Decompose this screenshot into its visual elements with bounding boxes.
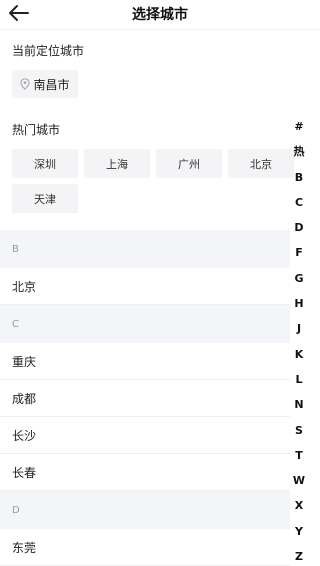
hot-cities-label: 热门城市 bbox=[12, 123, 61, 137]
index-item-w[interactable]: W bbox=[288, 468, 310, 493]
current-city-name: 南昌市 bbox=[33, 77, 70, 92]
index-item-z[interactable]: Z bbox=[288, 544, 310, 566]
index-item-d[interactable]: D bbox=[288, 215, 310, 240]
hot-city-chip[interactable]: 深圳 bbox=[12, 149, 78, 178]
hot-city-chip[interactable]: 上海 bbox=[84, 149, 150, 178]
index-item-g[interactable]: G bbox=[288, 266, 310, 291]
group-header-d: D bbox=[0, 491, 290, 529]
location-pin-icon bbox=[20, 78, 31, 90]
city-row[interactable]: 长春 bbox=[0, 454, 290, 491]
current-location-label: 当前定位城市 bbox=[12, 44, 85, 58]
city-list: B 北京 C 重庆 成都 长沙 长春 D 东莞 bbox=[0, 230, 290, 566]
index-item-b[interactable]: B bbox=[288, 165, 310, 190]
index-item-hash[interactable]: # bbox=[288, 114, 310, 139]
city-row[interactable]: 重庆 bbox=[0, 343, 290, 380]
hot-city-chip[interactable]: 天津 bbox=[12, 184, 78, 213]
index-item-j[interactable]: J bbox=[288, 316, 310, 341]
city-row[interactable]: 东莞 bbox=[0, 529, 290, 566]
city-row[interactable]: 成都 bbox=[0, 380, 290, 417]
index-item-f[interactable]: F bbox=[288, 240, 310, 265]
alphabet-index-bar[interactable]: # 热 B C D F G H J K L N S T W X Y Z bbox=[288, 114, 310, 566]
index-item-x[interactable]: X bbox=[288, 493, 310, 518]
city-picker-page: 选择城市 当前定位城市 南昌市 热门城市 深圳 上海 广州 北京 天津 B 北京… bbox=[0, 0, 320, 566]
index-item-t[interactable]: T bbox=[288, 443, 310, 468]
group-header-c: C bbox=[0, 305, 290, 343]
current-city-chip[interactable]: 南昌市 bbox=[12, 70, 78, 98]
header: 选择城市 bbox=[0, 0, 320, 30]
index-item-k[interactable]: K bbox=[288, 342, 310, 367]
index-item-n[interactable]: N bbox=[288, 392, 310, 417]
hot-city-chip[interactable]: 广州 bbox=[156, 149, 222, 178]
index-item-y[interactable]: Y bbox=[288, 519, 310, 544]
hot-city-chip[interactable]: 北京 bbox=[228, 149, 294, 178]
page-title: 选择城市 bbox=[132, 7, 188, 23]
index-item-l[interactable]: L bbox=[288, 367, 310, 392]
index-item-hot[interactable]: 热 bbox=[288, 139, 310, 164]
city-row[interactable]: 北京 bbox=[0, 268, 290, 305]
index-item-h[interactable]: H bbox=[288, 291, 310, 316]
group-header-b: B bbox=[0, 230, 290, 268]
index-item-s[interactable]: S bbox=[288, 418, 310, 443]
index-item-c[interactable]: C bbox=[288, 190, 310, 215]
city-row[interactable]: 长沙 bbox=[0, 417, 290, 454]
